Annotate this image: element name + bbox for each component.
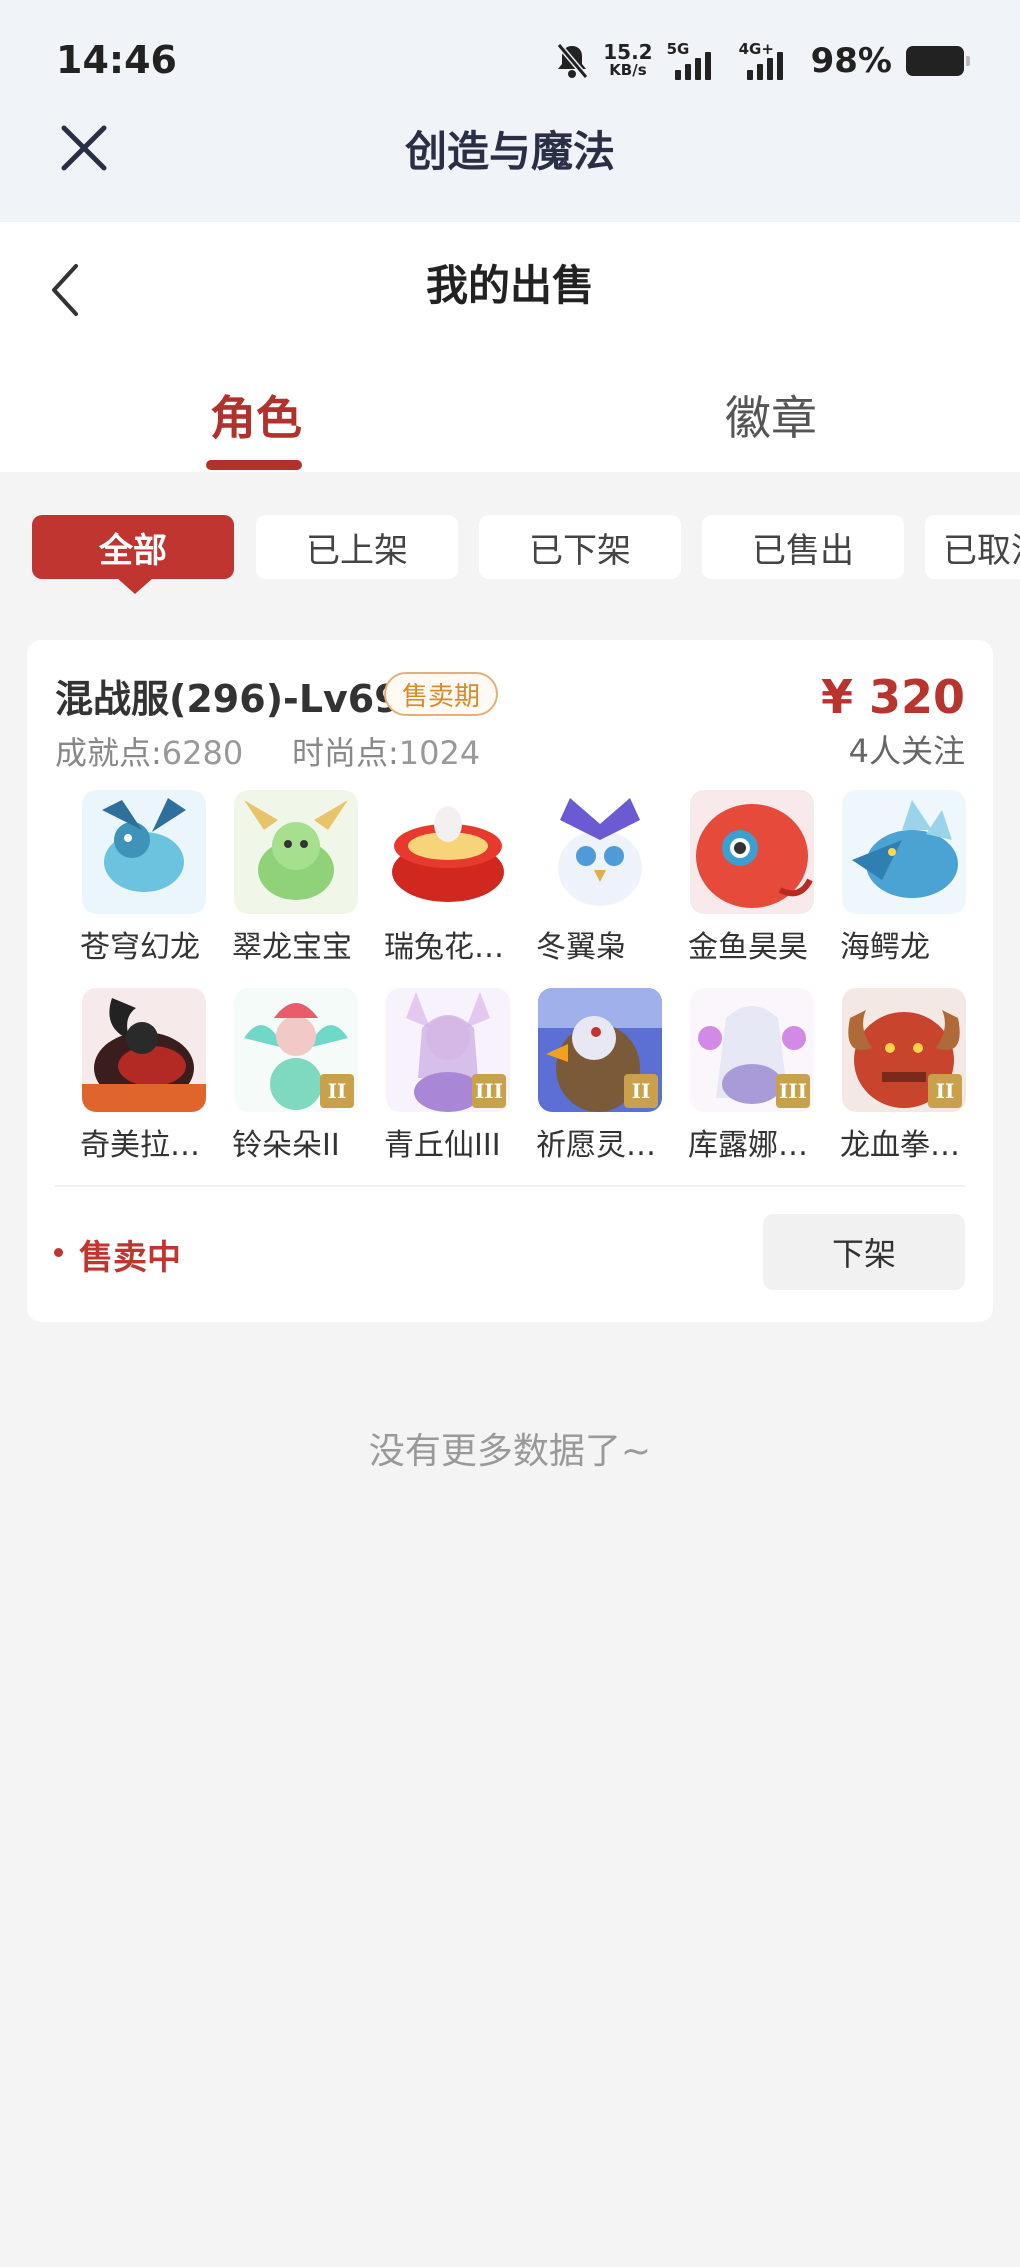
no-more-data: 没有更多数据了~ xyxy=(368,1431,652,1472)
pet-thumbnail xyxy=(82,790,206,914)
pet-thumbnail xyxy=(842,790,966,914)
top-region: 14:46 15.2 KB/s 5G 4G+ 98% 创造与魔法 xyxy=(0,0,1020,222)
pet-item[interactable]: II 龙血拳… xyxy=(840,988,980,1164)
listing-status: 售卖中 xyxy=(79,1238,181,1278)
pet-item[interactable]: 奇美拉… xyxy=(80,988,220,1164)
rank-badge: II xyxy=(624,1074,658,1108)
pet-item[interactable]: II 祈愿灵… xyxy=(536,988,676,1164)
status-bar: 14:46 15.2 KB/s 5G 4G+ 98% xyxy=(0,0,1020,120)
delist-button[interactable]: 下架 xyxy=(763,1214,965,1290)
pet-thumbnail: III xyxy=(386,988,510,1112)
pet-item[interactable]: III 青丘仙III xyxy=(384,988,524,1164)
signal-5g-icon: 5G xyxy=(667,40,725,80)
tab-role[interactable]: 角色 xyxy=(210,382,302,448)
pet-thumbnail: III xyxy=(690,988,814,1112)
bell-muted-icon xyxy=(556,43,589,79)
battery-icon xyxy=(906,46,970,76)
pet-thumbnail xyxy=(386,790,510,914)
server-level: 混战服(296)-Lv69 xyxy=(55,677,401,721)
achievement-points: 成就点:6280 xyxy=(55,734,244,772)
page-header: 我的出售 角色 徽章 xyxy=(0,222,1020,472)
filter-delisted[interactable]: 已下架 xyxy=(479,515,681,579)
pet-item[interactable]: 金鱼昊昊 xyxy=(688,790,828,966)
clock: 14:46 xyxy=(56,38,177,82)
filter-chips: 全部 已上架 已下架 已售出 已取消 xyxy=(0,515,1020,587)
tab-badge[interactable]: 徽章 xyxy=(725,382,817,448)
pet-thumbnail: II xyxy=(538,988,662,1112)
active-filter-pointer xyxy=(117,578,153,594)
rank-badge: II xyxy=(320,1074,354,1108)
battery-percent: 98% xyxy=(810,41,892,81)
divider xyxy=(55,1185,965,1187)
price: ¥ 320 xyxy=(820,670,965,724)
pet-thumbnail: II xyxy=(842,988,966,1112)
app-title: 创造与魔法 xyxy=(404,127,615,176)
pet-item[interactable]: III 库露娜… xyxy=(688,988,828,1164)
pet-item[interactable]: 瑞兔花… xyxy=(384,790,524,966)
fashion-points: 时尚点:1024 xyxy=(292,734,481,772)
filter-listed[interactable]: 已上架 xyxy=(256,515,458,579)
pet-thumbnail xyxy=(82,988,206,1112)
status-dot xyxy=(54,1248,63,1257)
network-speed: 15.2 KB/s xyxy=(603,40,653,79)
pet-item[interactable]: 苍穹幻龙 xyxy=(80,790,220,966)
pet-item[interactable]: 翠龙宝宝 xyxy=(232,790,372,966)
filter-cancelled[interactable]: 已取消 xyxy=(925,515,1020,579)
pet-item[interactable]: 冬翼枭 xyxy=(536,790,676,966)
pet-thumbnail xyxy=(690,790,814,914)
filter-all[interactable]: 全部 xyxy=(32,515,234,579)
pet-thumbnail xyxy=(234,790,358,914)
pet-item[interactable]: II 铃朵朵II xyxy=(232,988,372,1164)
active-tab-indicator xyxy=(206,460,302,470)
status-badge: 售卖期 xyxy=(384,672,499,716)
pet-thumbnail: II xyxy=(234,988,358,1112)
follower-count: 4人关注 xyxy=(848,732,965,770)
rank-badge: II xyxy=(928,1074,962,1108)
listing-card[interactable]: 混战服(296)-Lv69 售卖期 ¥ 320 4人关注 成就点:6280 时尚… xyxy=(27,640,993,1322)
rank-badge: III xyxy=(776,1074,810,1108)
rank-badge: III xyxy=(472,1074,506,1108)
status-icons: 15.2 KB/s 5G 4G+ 98% xyxy=(555,40,970,82)
page-title: 我的出售 xyxy=(425,261,594,310)
pet-item[interactable]: 海鳄龙 xyxy=(840,790,980,966)
signal-4g-icon: 4G+ xyxy=(739,40,797,80)
pet-thumbnail xyxy=(538,790,662,914)
filter-sold[interactable]: 已售出 xyxy=(702,515,904,579)
